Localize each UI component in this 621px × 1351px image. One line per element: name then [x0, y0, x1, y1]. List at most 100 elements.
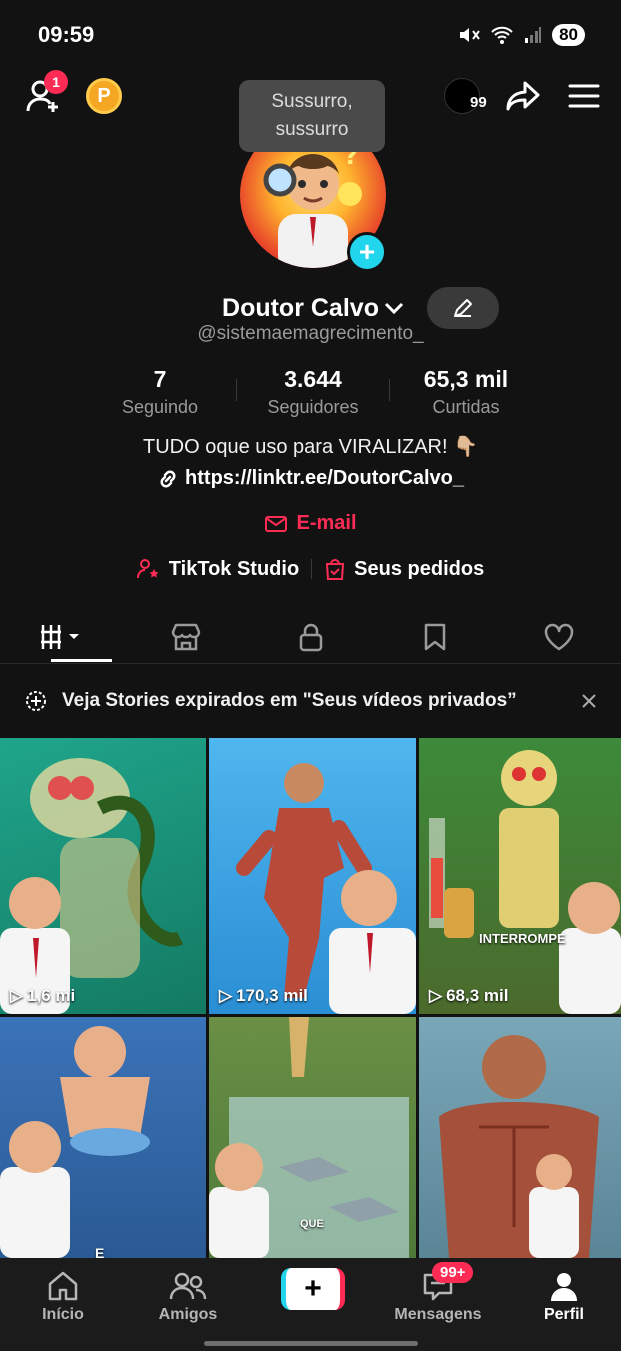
bottom-navigation: Início Amigos + Mensagens 99+ Perfil: [0, 1258, 621, 1351]
nav-home[interactable]: Início: [13, 1266, 113, 1324]
shopping-bag-icon: [326, 559, 345, 580]
stat-value: 7: [153, 366, 167, 392]
view-count-text: 170,3 mil: [236, 986, 308, 1005]
bookmark-icon: [424, 623, 445, 650]
battery-indicator: 80: [552, 24, 585, 46]
home-icon: [48, 1271, 78, 1301]
link-icon: [160, 470, 176, 487]
username: @sistemaemagrecimento_: [197, 323, 424, 344]
tab-shop[interactable]: [124, 610, 248, 663]
bio-link[interactable]: https://linktr.ee/DoutorCalvo_: [0, 467, 621, 490]
stat-following[interactable]: 7 Seguindo: [85, 366, 235, 418]
content-tabs: [0, 610, 621, 664]
stat-likes[interactable]: 65,3 mil Curtidas: [391, 366, 541, 418]
video-overlay-text: INTERROMPE: [479, 931, 566, 946]
video-thumbnail[interactable]: E: [0, 1017, 206, 1258]
bio-link-text[interactable]: https://linktr.ee/DoutorCalvo_: [185, 467, 464, 490]
email-label: E-mail: [296, 512, 357, 534]
mute-icon: [460, 28, 480, 42]
friends-icon: [169, 1272, 207, 1300]
tab-private[interactable]: [248, 610, 372, 663]
stat-followers[interactable]: 3.644 Seguidores: [238, 366, 388, 418]
view-count-text: 68,3 mil: [446, 986, 509, 1005]
video-grid-icon: [41, 624, 80, 649]
profile-icon: [551, 1273, 577, 1301]
orders-button[interactable]: Seus pedidos: [312, 557, 496, 581]
hamburger-menu-icon: [568, 84, 600, 108]
stat-value: 65,3 mil: [423, 366, 509, 392]
nav-friends[interactable]: Amigos: [138, 1266, 238, 1324]
pushup-illustration: [0, 1026, 150, 1258]
wifi-icon: [491, 26, 513, 44]
lock-icon: [299, 623, 322, 651]
friend-request-badge: 1: [44, 70, 68, 94]
signal-icon: [525, 27, 542, 43]
view-count: ▷ 68,3 mil: [429, 986, 508, 1006]
home-indicator[interactable]: [204, 1341, 418, 1346]
tiktok-studio-label: TikTok Studio: [168, 557, 300, 580]
tab-videos[interactable]: [0, 610, 124, 663]
display-name[interactable]: Doutor Calvo: [222, 294, 379, 323]
orders-label: Seus pedidos: [354, 557, 485, 580]
email-button[interactable]: E-mail: [0, 512, 621, 535]
play-icon: ▷: [219, 986, 233, 1005]
muscle-man-illustration: [236, 763, 416, 1014]
stat-label: Curtidas: [432, 397, 500, 417]
video-thumbnail[interactable]: INTERROMPE ▷ 68,3 mil: [419, 738, 621, 1014]
view-count-text: 1,6 mi: [27, 986, 76, 1005]
bodybuilder-illustration: [439, 1035, 599, 1258]
video-thumbnail[interactable]: ▷ 170,3 mil: [209, 738, 416, 1014]
nav-friends-label: Amigos: [158, 1306, 218, 1323]
video-overlay-text: QUE: [300, 1218, 324, 1230]
active-tab-indicator: [51, 659, 112, 662]
story-count: 99: [470, 94, 487, 111]
view-count: ▷ 1,6 mi: [10, 986, 75, 1006]
nav-profile[interactable]: Perfil: [514, 1266, 614, 1324]
menu-button[interactable]: [566, 80, 602, 112]
story-plus-icon: [26, 691, 46, 711]
tab-favorites[interactable]: [373, 610, 497, 663]
bio-text: TUDO oque uso para VIRALIZAR! 👇🏼: [142, 436, 479, 458]
status-icons: 80: [458, 24, 585, 46]
view-count: ▷ 170,3 mil: [219, 986, 308, 1006]
banner-text: Veja Stories expirados em "Seus vídeos p…: [62, 690, 517, 711]
nav-home-label: Início: [42, 1306, 84, 1323]
tiktok-studio-button[interactable]: TikTok Studio: [125, 558, 311, 581]
stat-divider: [236, 379, 237, 401]
heart-icon: [544, 623, 574, 650]
tooltip: Sussurro, sussurro: [239, 80, 385, 152]
plus-icon: +: [358, 236, 376, 267]
close-icon[interactable]: [581, 693, 597, 709]
chevron-down-icon[interactable]: [383, 298, 405, 318]
add-story-button[interactable]: +: [347, 232, 387, 272]
video-thumbnail[interactable]: QUE: [209, 1017, 416, 1258]
shop-icon: [172, 623, 201, 650]
creator-star-icon: [136, 559, 159, 579]
video-overlay-text: E: [95, 1245, 105, 1258]
stat-divider: [389, 379, 390, 401]
video-thumbnail[interactable]: [419, 1017, 621, 1258]
stat-label: Seguindo: [121, 397, 199, 417]
skeleton-snake-illustration: [0, 758, 184, 1014]
create-video-button[interactable]: +: [281, 1268, 345, 1310]
mail-icon: [265, 515, 288, 532]
share-profile-button[interactable]: [503, 78, 543, 114]
status-time: 09:59: [38, 22, 95, 47]
pencil-icon: [453, 299, 472, 317]
points-label: P: [97, 84, 111, 107]
stat-label: Seguidores: [267, 397, 359, 417]
profile-tools: TikTok Studio Seus pedidos: [0, 557, 621, 581]
messages-badge: 99+: [432, 1262, 474, 1283]
tab-liked[interactable]: [497, 610, 621, 663]
video-thumbnail[interactable]: ▷ 1,6 mi: [0, 738, 206, 1014]
points-coin-button[interactable]: P: [86, 78, 122, 114]
nav-profile-label: Perfil: [543, 1306, 584, 1323]
skeleton-drink-illustration: [429, 750, 621, 1014]
stories-banner[interactable]: Veja Stories expirados em "Seus vídeos p…: [0, 675, 621, 727]
nav-messages-label: Mensagens: [394, 1306, 482, 1323]
share-icon: [506, 81, 540, 111]
play-icon: ▷: [429, 986, 443, 1005]
plus-icon: +: [304, 1272, 322, 1305]
play-icon: ▷: [10, 986, 24, 1005]
stat-value: 3.644: [284, 366, 342, 392]
